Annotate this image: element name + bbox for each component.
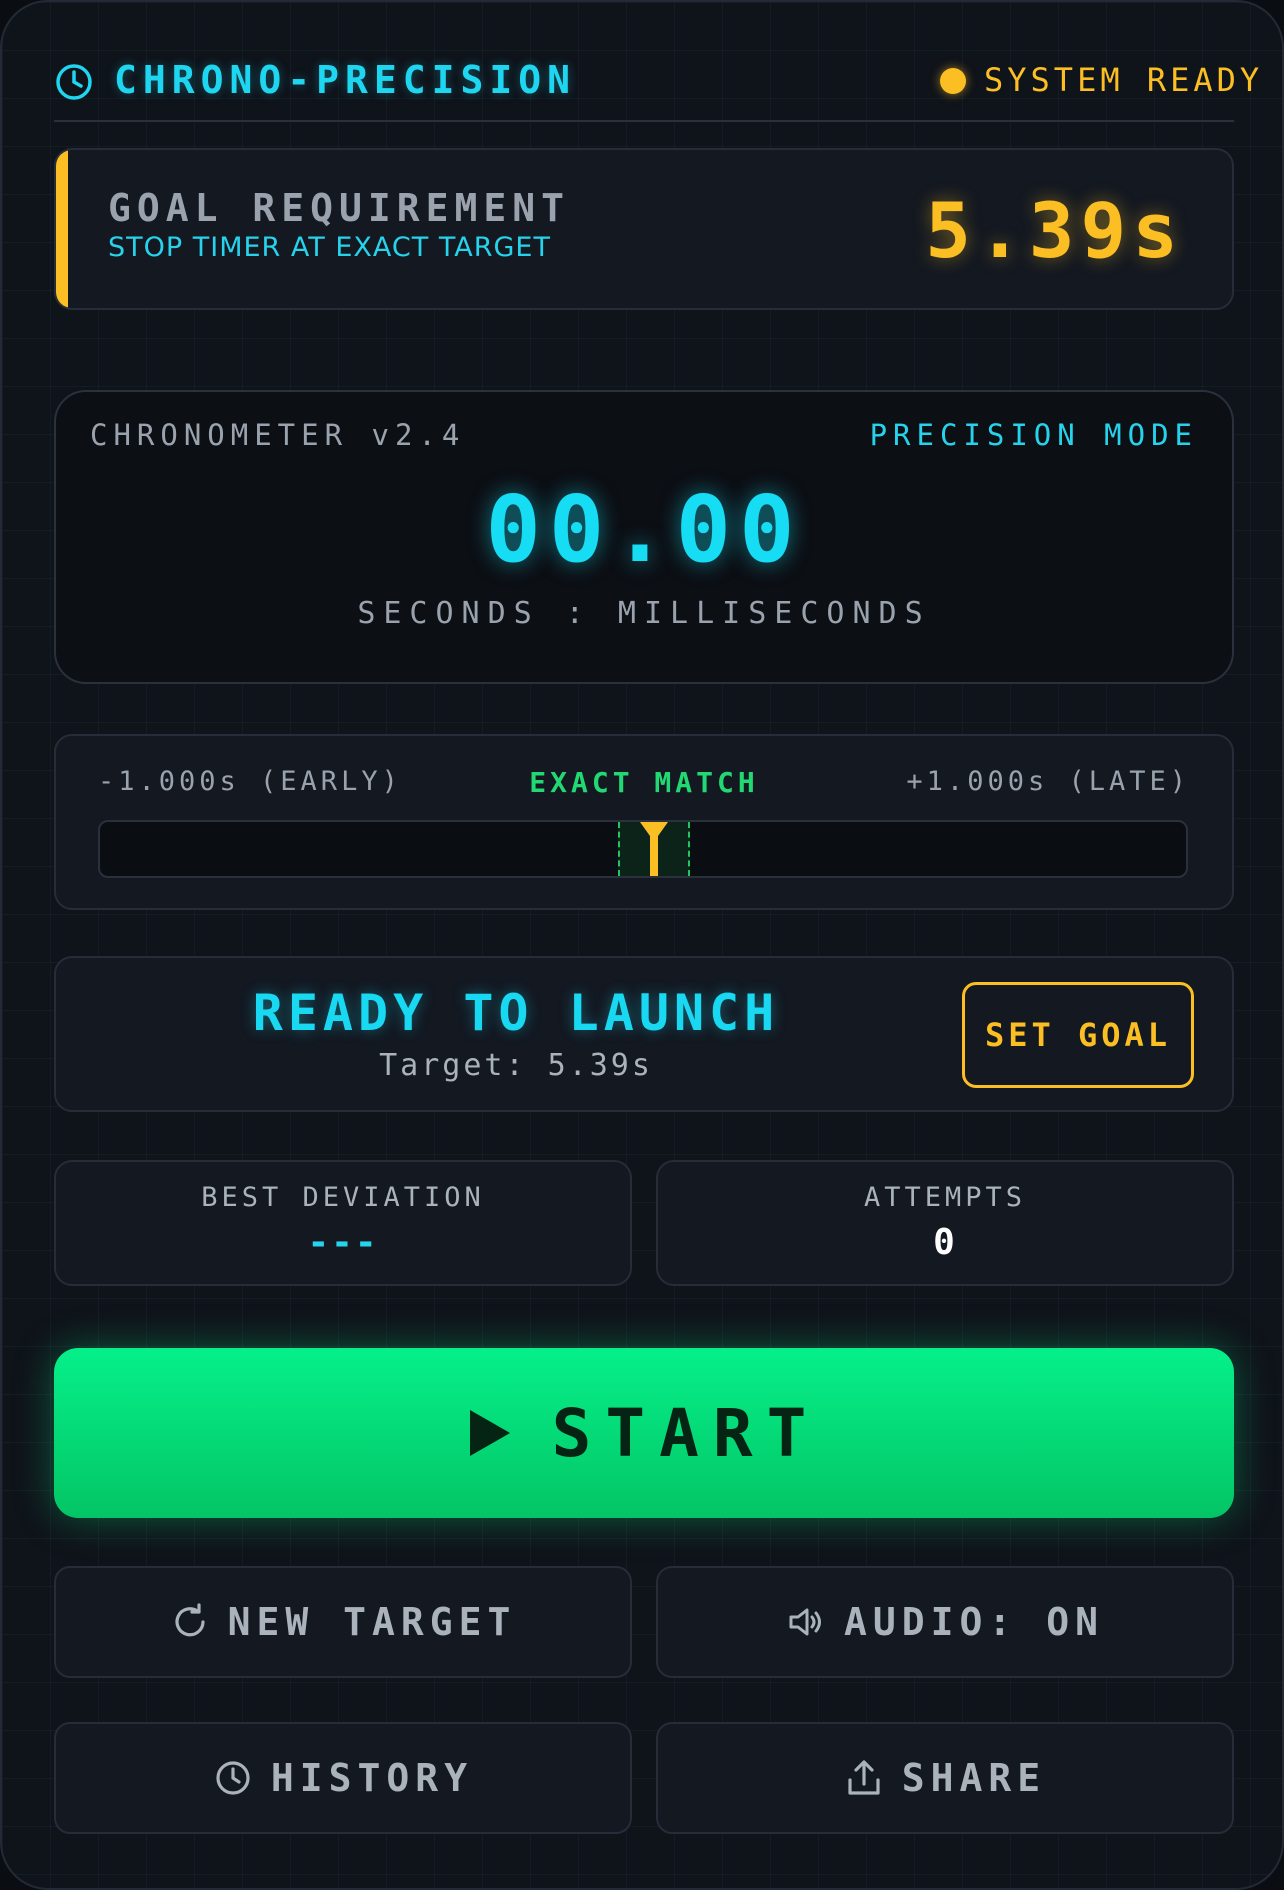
chronometer-label: CHRONOMETER v2.4 [90, 418, 466, 452]
timer-readout: 00.00 [485, 476, 803, 583]
best-deviation-value: --- [307, 1222, 379, 1263]
deviation-meter: -1.000s (EARLY) EXACT MATCH +1.000s (LAT… [54, 734, 1234, 910]
goal-card: GOAL REQUIREMENT STOP TIMER AT EXACT TAR… [54, 148, 1234, 310]
ready-title: READY TO LAUNCH [252, 984, 780, 1042]
history-label: HISTORY [270, 1756, 474, 1800]
set-goal-button[interactable]: SET GOAL [962, 982, 1194, 1088]
attempts-card: ATTEMPTS 0 [656, 1160, 1234, 1286]
clock-icon [56, 64, 92, 100]
share-label: SHARE [901, 1756, 1047, 1800]
best-deviation-card: BEST DEVIATION --- [54, 1160, 632, 1286]
status-text: SYSTEM READY [984, 61, 1264, 99]
play-icon [469, 1410, 510, 1456]
timer-units: SECONDS : MILLISECONDS [357, 596, 931, 631]
chronometer-display: CHRONOMETER v2.4 PRECISION MODE 00.00 SE… [54, 390, 1234, 684]
ready-card: READY TO LAUNCH Target: 5.39s SET GOAL [54, 956, 1234, 1112]
refresh-icon [175, 1603, 205, 1637]
new-target-button[interactable]: NEW TARGET [54, 1566, 632, 1678]
header-divider [54, 120, 1234, 122]
goal-title: GOAL REQUIREMENT [108, 186, 571, 230]
new-target-label: NEW TARGET [227, 1600, 517, 1644]
status-indicator [940, 68, 966, 94]
audio-toggle-button[interactable]: AUDIO: ON [656, 1566, 1234, 1678]
audio-label: AUDIO: ON [844, 1600, 1104, 1644]
goal-value: 5.39s [925, 186, 1184, 275]
deviation-needle-icon [640, 822, 668, 876]
share-button[interactable]: SHARE [656, 1722, 1234, 1834]
app-title: CHRONO-PRECISION [114, 58, 577, 102]
goal-subtitle: STOP TIMER AT EXACT TARGET [108, 232, 551, 263]
late-label: +1.000s (LATE) [906, 766, 1190, 797]
attempts-label: ATTEMPTS [863, 1182, 1027, 1213]
precision-mode-label: PRECISION MODE [869, 418, 1198, 452]
start-button[interactable]: START [54, 1348, 1234, 1518]
best-deviation-label: BEST DEVIATION [201, 1182, 485, 1213]
share-icon [848, 1760, 880, 1795]
clock-icon [216, 1761, 250, 1795]
start-label: START [551, 1394, 821, 1472]
attempts-value: 0 [933, 1222, 957, 1263]
speaker-icon [789, 1608, 822, 1636]
history-button[interactable]: HISTORY [54, 1722, 632, 1834]
app-screen: CHRONO-PRECISION SYSTEM READY GOAL REQUI… [0, 0, 1284, 1890]
ready-target: Target: 5.39s [379, 1048, 653, 1083]
goal-accent-bar [56, 150, 68, 308]
